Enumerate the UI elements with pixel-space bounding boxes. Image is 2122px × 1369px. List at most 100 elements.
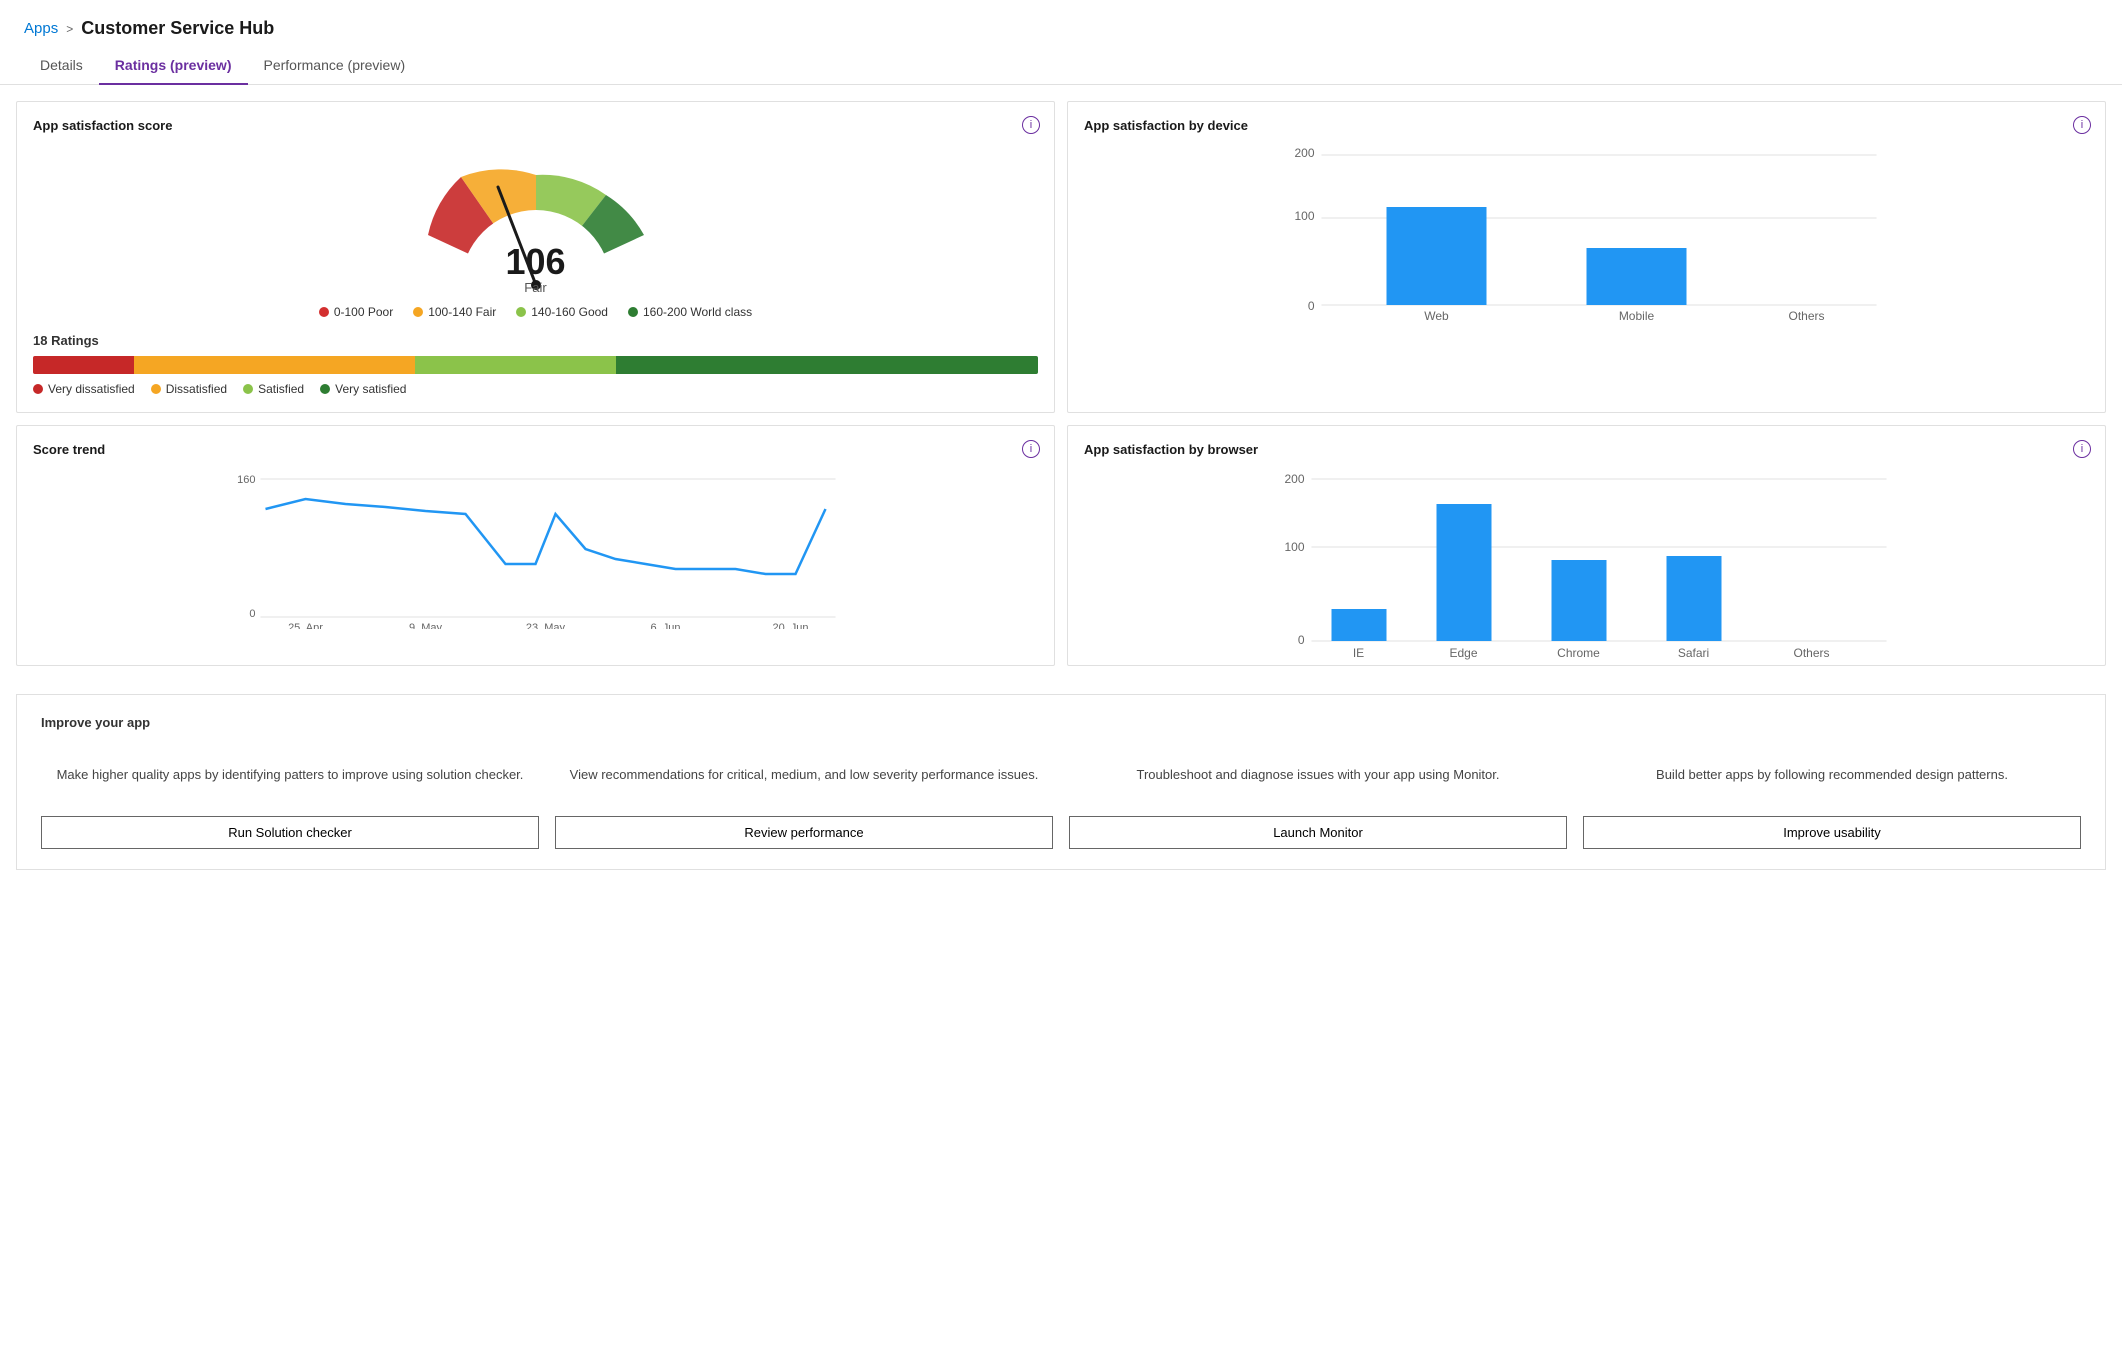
svg-text:6. Jun: 6. Jun	[651, 622, 681, 629]
legend-worldclass-dot	[628, 307, 638, 317]
gauge-score: 106	[505, 244, 565, 280]
improve-grid: Make higher quality apps by identifying …	[41, 750, 2081, 849]
tab-details[interactable]: Details	[24, 47, 99, 85]
page: Apps > Customer Service Hub Details Rati…	[0, 0, 2122, 1369]
ratings-dot-satisfied	[243, 384, 253, 394]
ratings-legend-very-dissatisfied: Very dissatisfied	[33, 382, 135, 396]
ratings-label-very-satisfied: Very satisfied	[335, 382, 406, 396]
bar-mobile	[1587, 248, 1687, 305]
review-performance-button[interactable]: Review performance	[555, 816, 1053, 849]
bar-safari	[1667, 556, 1722, 641]
breadcrumb-separator: >	[66, 22, 73, 36]
ratings-legend-very-satisfied: Very satisfied	[320, 382, 406, 396]
svg-text:0: 0	[1298, 633, 1305, 647]
tab-bar: Details Ratings (preview) Performance (p…	[0, 47, 2122, 85]
browser-info-icon[interactable]: i	[2073, 440, 2091, 458]
legend-good: 140-160 Good	[516, 305, 608, 319]
svg-text:IE: IE	[1353, 646, 1364, 660]
gauge-legend: 0-100 Poor 100-140 Fair 140-160 Good 160…	[319, 305, 752, 319]
breadcrumb-apps-link[interactable]: Apps	[24, 20, 58, 37]
improve-usability-button[interactable]: Improve usability	[1583, 816, 2081, 849]
legend-worldclass-label: 160-200 World class	[643, 305, 752, 319]
satisfaction-score-info-icon[interactable]: i	[1022, 116, 1040, 134]
svg-text:Safari: Safari	[1678, 646, 1709, 660]
legend-poor-label: 0-100 Poor	[334, 305, 393, 319]
ratings-label-dissatisfied: Dissatisfied	[166, 382, 227, 396]
svg-text:160: 160	[237, 474, 255, 486]
trend-chart-svg: 160 0 25. Apr 9. May 23. May 6. Jun 20. …	[33, 469, 1038, 629]
svg-text:20. Jun: 20. Jun	[772, 622, 808, 629]
ratings-legend: Very dissatisfied Dissatisfied Satisfied…	[33, 382, 1038, 396]
tab-performance[interactable]: Performance (preview)	[248, 47, 422, 85]
legend-poor-dot	[319, 307, 329, 317]
legend-good-label: 140-160 Good	[531, 305, 608, 319]
gauge-score-label: Fair	[505, 280, 565, 295]
device-info-icon[interactable]: i	[2073, 116, 2091, 134]
gauge-container: 106 Fair 0-100 Poor 100-140 Fair	[33, 145, 1038, 319]
svg-text:Edge: Edge	[1449, 646, 1477, 660]
ratings-bar	[33, 356, 1038, 374]
improve-section: Improve your app Make higher quality app…	[16, 694, 2106, 870]
improve-item-solution-checker: Make higher quality apps by identifying …	[41, 750, 539, 849]
improve-item-launch-monitor: Troubleshoot and diagnose issues with yo…	[1069, 750, 1567, 849]
score-trend-card: Score trend i 160 0 25. Apr 9. May 23. M…	[16, 425, 1055, 666]
svg-text:200: 200	[1294, 146, 1314, 160]
ratings-dot-very-dissatisfied	[33, 384, 43, 394]
svg-text:Mobile: Mobile	[1619, 309, 1655, 323]
improve-item-review-performance: View recommendations for critical, mediu…	[555, 750, 1053, 849]
svg-text:0: 0	[249, 608, 255, 620]
svg-text:9. May: 9. May	[409, 622, 443, 629]
legend-fair-label: 100-140 Fair	[428, 305, 496, 319]
bar-web	[1387, 207, 1487, 305]
legend-poor: 0-100 Poor	[319, 305, 393, 319]
device-bar-chart: 200 100 0 Web Mobile Others	[1084, 145, 2089, 325]
ratings-segment-dissatisfied	[134, 356, 415, 374]
ratings-segment-satisfied	[415, 356, 616, 374]
launch-monitor-button[interactable]: Launch Monitor	[1069, 816, 1567, 849]
ratings-legend-satisfied: Satisfied	[243, 382, 304, 396]
browser-card: App satisfaction by browser i 200 100 0 …	[1067, 425, 2106, 666]
browser-card-title: App satisfaction by browser	[1084, 442, 2089, 457]
satisfaction-score-card: App satisfaction score i	[16, 101, 1055, 413]
svg-text:Others: Others	[1788, 309, 1824, 323]
ratings-count: 18 Ratings	[33, 333, 1038, 348]
bar-chrome	[1552, 560, 1607, 641]
bar-ie	[1332, 609, 1387, 641]
score-trend-info-icon[interactable]: i	[1022, 440, 1040, 458]
device-card-title: App satisfaction by device	[1084, 118, 2089, 133]
breadcrumb-title: Customer Service Hub	[81, 18, 274, 39]
svg-text:23. May: 23. May	[526, 622, 566, 629]
device-chart-svg: 200 100 0 Web Mobile Others	[1084, 145, 2089, 325]
legend-fair: 100-140 Fair	[413, 305, 496, 319]
score-trend-title: Score trend	[33, 442, 1038, 457]
ratings-dot-very-satisfied	[320, 384, 330, 394]
browser-bar-chart: 200 100 0 IE Edge Chrome	[1084, 469, 2089, 649]
improve-title: Improve your app	[41, 715, 2081, 730]
svg-text:Others: Others	[1793, 646, 1829, 660]
svg-text:25. Apr: 25. Apr	[288, 622, 323, 629]
ratings-segment-very-satisfied	[616, 356, 1038, 374]
ratings-label-very-dissatisfied: Very dissatisfied	[48, 382, 135, 396]
svg-text:Chrome: Chrome	[1557, 646, 1600, 660]
trend-line	[266, 499, 826, 574]
svg-text:100: 100	[1284, 540, 1304, 554]
improve-item-improve-usability: Build better apps by following recommend…	[1583, 750, 2081, 849]
device-card: App satisfaction by device i 200 100 0 W…	[1067, 101, 2106, 413]
bar-edge	[1437, 504, 1492, 641]
ratings-dot-dissatisfied	[151, 384, 161, 394]
svg-text:200: 200	[1284, 472, 1304, 486]
legend-fair-dot	[413, 307, 423, 317]
svg-text:Web: Web	[1424, 309, 1449, 323]
legend-worldclass: 160-200 World class	[628, 305, 752, 319]
svg-text:100: 100	[1294, 209, 1314, 223]
ratings-segment-very-dissatisfied	[33, 356, 134, 374]
ratings-label-satisfied: Satisfied	[258, 382, 304, 396]
tab-ratings[interactable]: Ratings (preview)	[99, 47, 248, 85]
improve-desc-improve-usability: Build better apps by following recommend…	[1656, 750, 2008, 800]
improve-desc-launch-monitor: Troubleshoot and diagnose issues with yo…	[1136, 750, 1499, 800]
run-solution-checker-button[interactable]: Run Solution checker	[41, 816, 539, 849]
legend-good-dot	[516, 307, 526, 317]
ratings-legend-dissatisfied: Dissatisfied	[151, 382, 227, 396]
trend-chart: 160 0 25. Apr 9. May 23. May 6. Jun 20. …	[33, 469, 1038, 599]
main-grid: App satisfaction score i	[0, 101, 2122, 682]
